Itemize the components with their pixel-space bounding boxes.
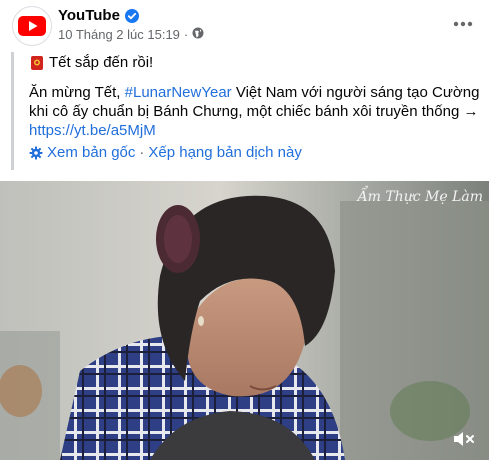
verified-badge-icon xyxy=(124,8,139,23)
translation-quote-bar xyxy=(11,52,14,170)
speaker-muted-icon xyxy=(454,432,474,446)
actions-separator: · xyxy=(139,144,145,161)
url-link[interactable]: https://yt.be/a5MjM xyxy=(29,122,156,139)
post-body-prefix: Ăn mừng Tết, xyxy=(29,84,125,101)
post-body: Ăn mừng Tết, #LunarNewYear Việt Nam với … xyxy=(29,83,484,140)
page-name-label[interactable]: YouTube xyxy=(58,7,120,24)
post-header: YouTube 10 Tháng 2 lúc 15:19 · xyxy=(0,0,489,50)
video-watermark: Ẩm Thực Mẹ Làm xyxy=(357,189,484,205)
gear-icon xyxy=(29,146,43,160)
page-name[interactable]: YouTube xyxy=(58,7,139,24)
translation-actions: Xem bản gốc · Xếp hạng bản dịch này xyxy=(29,144,302,161)
post-meta: 10 Tháng 2 lúc 15:19 · xyxy=(58,27,204,42)
meta-separator: · xyxy=(183,27,189,42)
video-player[interactable]: Ẩm Thực Mẹ Làm xyxy=(0,181,489,460)
hashtag-link[interactable]: #LunarNewYear xyxy=(125,84,232,101)
post-text: Tết sắp đến rồi! Ăn mừng Tết, #LunarNewY… xyxy=(29,53,484,140)
see-original-link[interactable]: Xem bản gốc xyxy=(47,144,135,161)
post-timestamp[interactable]: 10 Tháng 2 lúc 15:19 xyxy=(58,27,180,42)
rate-translation-link[interactable]: Xếp hạng bản dịch này xyxy=(148,144,301,161)
youtube-logo-icon xyxy=(18,16,46,36)
video-frame-image xyxy=(0,181,489,460)
post-text-line1: Tết sắp đến rồi! xyxy=(29,53,484,72)
mute-button[interactable] xyxy=(449,426,479,452)
red-envelope-emoji-icon xyxy=(29,55,45,71)
more-horizontal-icon xyxy=(453,21,473,27)
post-text-line1-label: Tết sắp đến rồi! xyxy=(49,54,154,71)
globe-icon[interactable] xyxy=(192,27,204,42)
more-options-button[interactable] xyxy=(447,8,479,40)
youtube-logo-avatar[interactable] xyxy=(12,6,52,46)
